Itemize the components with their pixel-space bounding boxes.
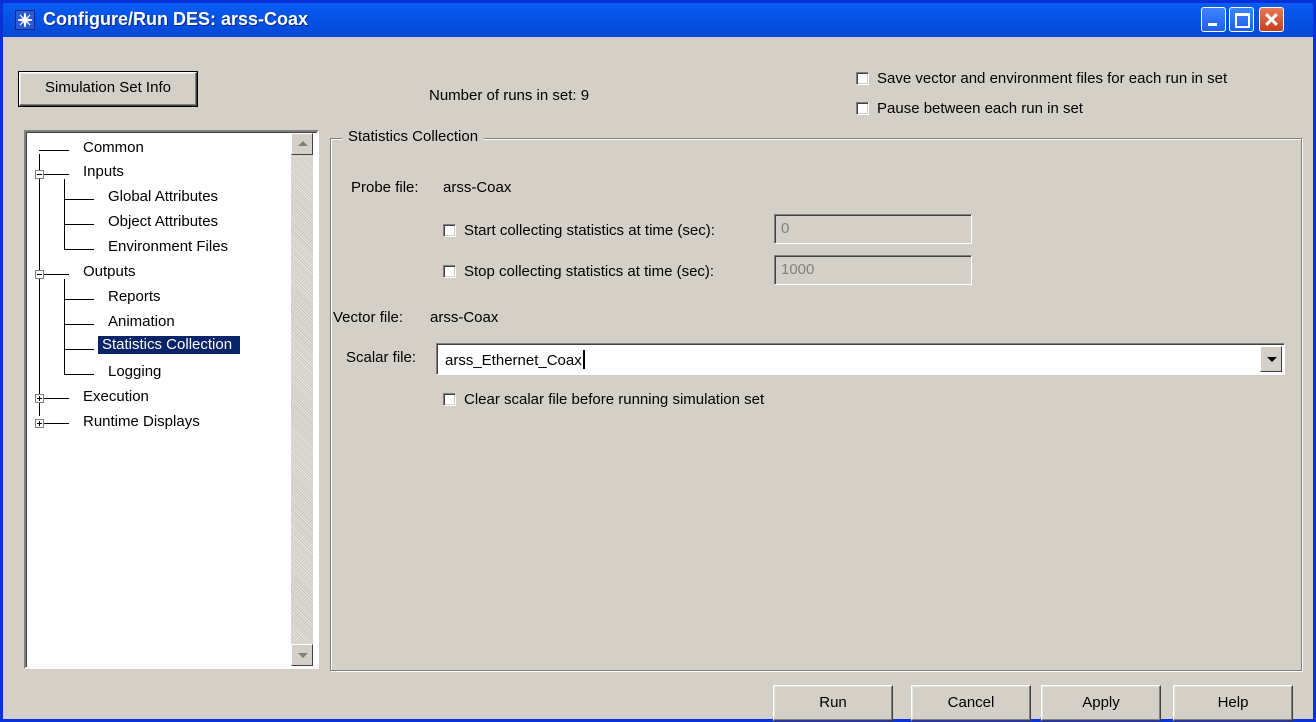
tree-item-logging[interactable]: Logging [108, 363, 161, 380]
tree-item-inputs[interactable]: Inputs [83, 163, 124, 180]
vector-file-label: Vector file: [333, 309, 404, 326]
arrow-up-icon [298, 141, 308, 146]
title-bar[interactable]: Configure/Run DES: arss-Coax [3, 3, 1313, 37]
tree-line [64, 349, 94, 350]
start-time-field[interactable]: 0 [774, 214, 972, 244]
tree-line [64, 224, 94, 225]
stop-collect-row[interactable]: Stop collecting statistics at time (sec)… [443, 263, 714, 280]
window-title: Configure/Run DES: arss-Coax [43, 9, 309, 29]
run-button[interactable]: Run [773, 685, 893, 721]
tree-line [64, 279, 65, 374]
tree-line [39, 150, 69, 151]
tree-item-animation[interactable]: Animation [108, 313, 175, 330]
chevron-down-icon [1267, 357, 1277, 362]
expand-execution-icon[interactable] [35, 394, 44, 403]
tree-item-environment-files[interactable]: Environment Files [108, 238, 228, 255]
tree-item-global-attributes[interactable]: Global Attributes [108, 188, 218, 205]
tree-line [64, 179, 65, 249]
tree-line [64, 374, 94, 375]
maximize-button[interactable] [1229, 7, 1254, 32]
probe-file-value: arss-Coax [443, 179, 512, 196]
clear-scalar-checkbox[interactable] [443, 393, 456, 406]
options-tree[interactable]: Common Inputs Global Attributes Object A… [24, 130, 319, 669]
stop-collect-label: Stop collecting statistics at time (sec)… [464, 263, 715, 280]
cancel-button[interactable]: Cancel [911, 685, 1031, 721]
scroll-down-button[interactable] [291, 644, 313, 666]
start-collect-row[interactable]: Start collecting statistics at time (sec… [443, 222, 715, 239]
probe-file-label: Probe file: [351, 179, 419, 196]
start-collect-checkbox[interactable] [443, 224, 456, 237]
help-button[interactable]: Help [1173, 685, 1293, 721]
save-vector-row[interactable]: Save vector and environment files for ea… [856, 70, 1227, 87]
simulation-set-info-button[interactable]: Simulation Set Info [18, 71, 198, 107]
clear-scalar-row[interactable]: Clear scalar file before running simulat… [443, 391, 764, 408]
scalar-file-label: Scalar file: [346, 349, 417, 366]
tree-scrollbar[interactable] [291, 133, 313, 666]
tree-item-common[interactable]: Common [83, 139, 144, 156]
tree-item-reports[interactable]: Reports [108, 288, 161, 305]
stop-collect-checkbox[interactable] [443, 265, 456, 278]
runs-label: Number of runs in set: [429, 87, 577, 104]
pause-row[interactable]: Pause between each run in set [856, 100, 1083, 117]
text-caret [582, 350, 585, 369]
save-vector-checkbox[interactable] [856, 72, 869, 85]
tree-line [64, 249, 94, 250]
scalar-dropdown-button[interactable] [1260, 346, 1282, 372]
pause-checkbox[interactable] [856, 102, 869, 115]
scalar-file-combo[interactable]: arss_Ethernet_Coax [436, 343, 1285, 375]
group-title: Statistics Collection [342, 128, 485, 145]
tree-line [39, 154, 40, 416]
scroll-up-button[interactable] [291, 133, 313, 155]
stop-time-field[interactable]: 1000 [774, 255, 972, 285]
tree-line [64, 299, 94, 300]
clear-scalar-label: Clear scalar file before running simulat… [464, 391, 765, 408]
tree-item-object-attributes[interactable]: Object Attributes [108, 213, 218, 230]
collapse-inputs-icon[interactable] [35, 170, 44, 179]
close-button[interactable] [1259, 7, 1284, 32]
tree-item-execution[interactable]: Execution [83, 388, 149, 405]
expand-runtime-displays-icon[interactable] [35, 419, 44, 428]
arrow-down-icon [298, 653, 308, 658]
tree-item-statistics-collection[interactable]: Statistics Collection [98, 336, 241, 354]
scalar-file-value: arss_Ethernet_Coax [445, 352, 582, 369]
tree-line [64, 324, 94, 325]
configure-run-window: Configure/Run DES: arss-Coax Simulation … [0, 0, 1316, 722]
tree-item-runtime-displays[interactable]: Runtime Displays [83, 413, 200, 430]
start-collect-label: Start collecting statistics at time (sec… [464, 222, 715, 239]
runs-count: 9 [580, 87, 590, 104]
vector-file-value: arss-Coax [430, 309, 499, 326]
opnet-star-icon [15, 10, 35, 30]
tree-item-outputs[interactable]: Outputs [83, 263, 136, 280]
pause-label: Pause between each run in set [877, 100, 1083, 117]
scalar-file-input[interactable]: arss_Ethernet_Coax [445, 350, 585, 369]
tree-line [64, 199, 94, 200]
simulation-set-info-label: Simulation Set Info [45, 79, 171, 96]
runs-count-text: Number of runs in set: 9 [429, 87, 589, 104]
apply-button[interactable]: Apply [1041, 685, 1161, 721]
collapse-outputs-icon[interactable] [35, 270, 44, 279]
save-vector-label: Save vector and environment files for ea… [877, 70, 1228, 87]
minimize-button[interactable] [1201, 7, 1226, 32]
